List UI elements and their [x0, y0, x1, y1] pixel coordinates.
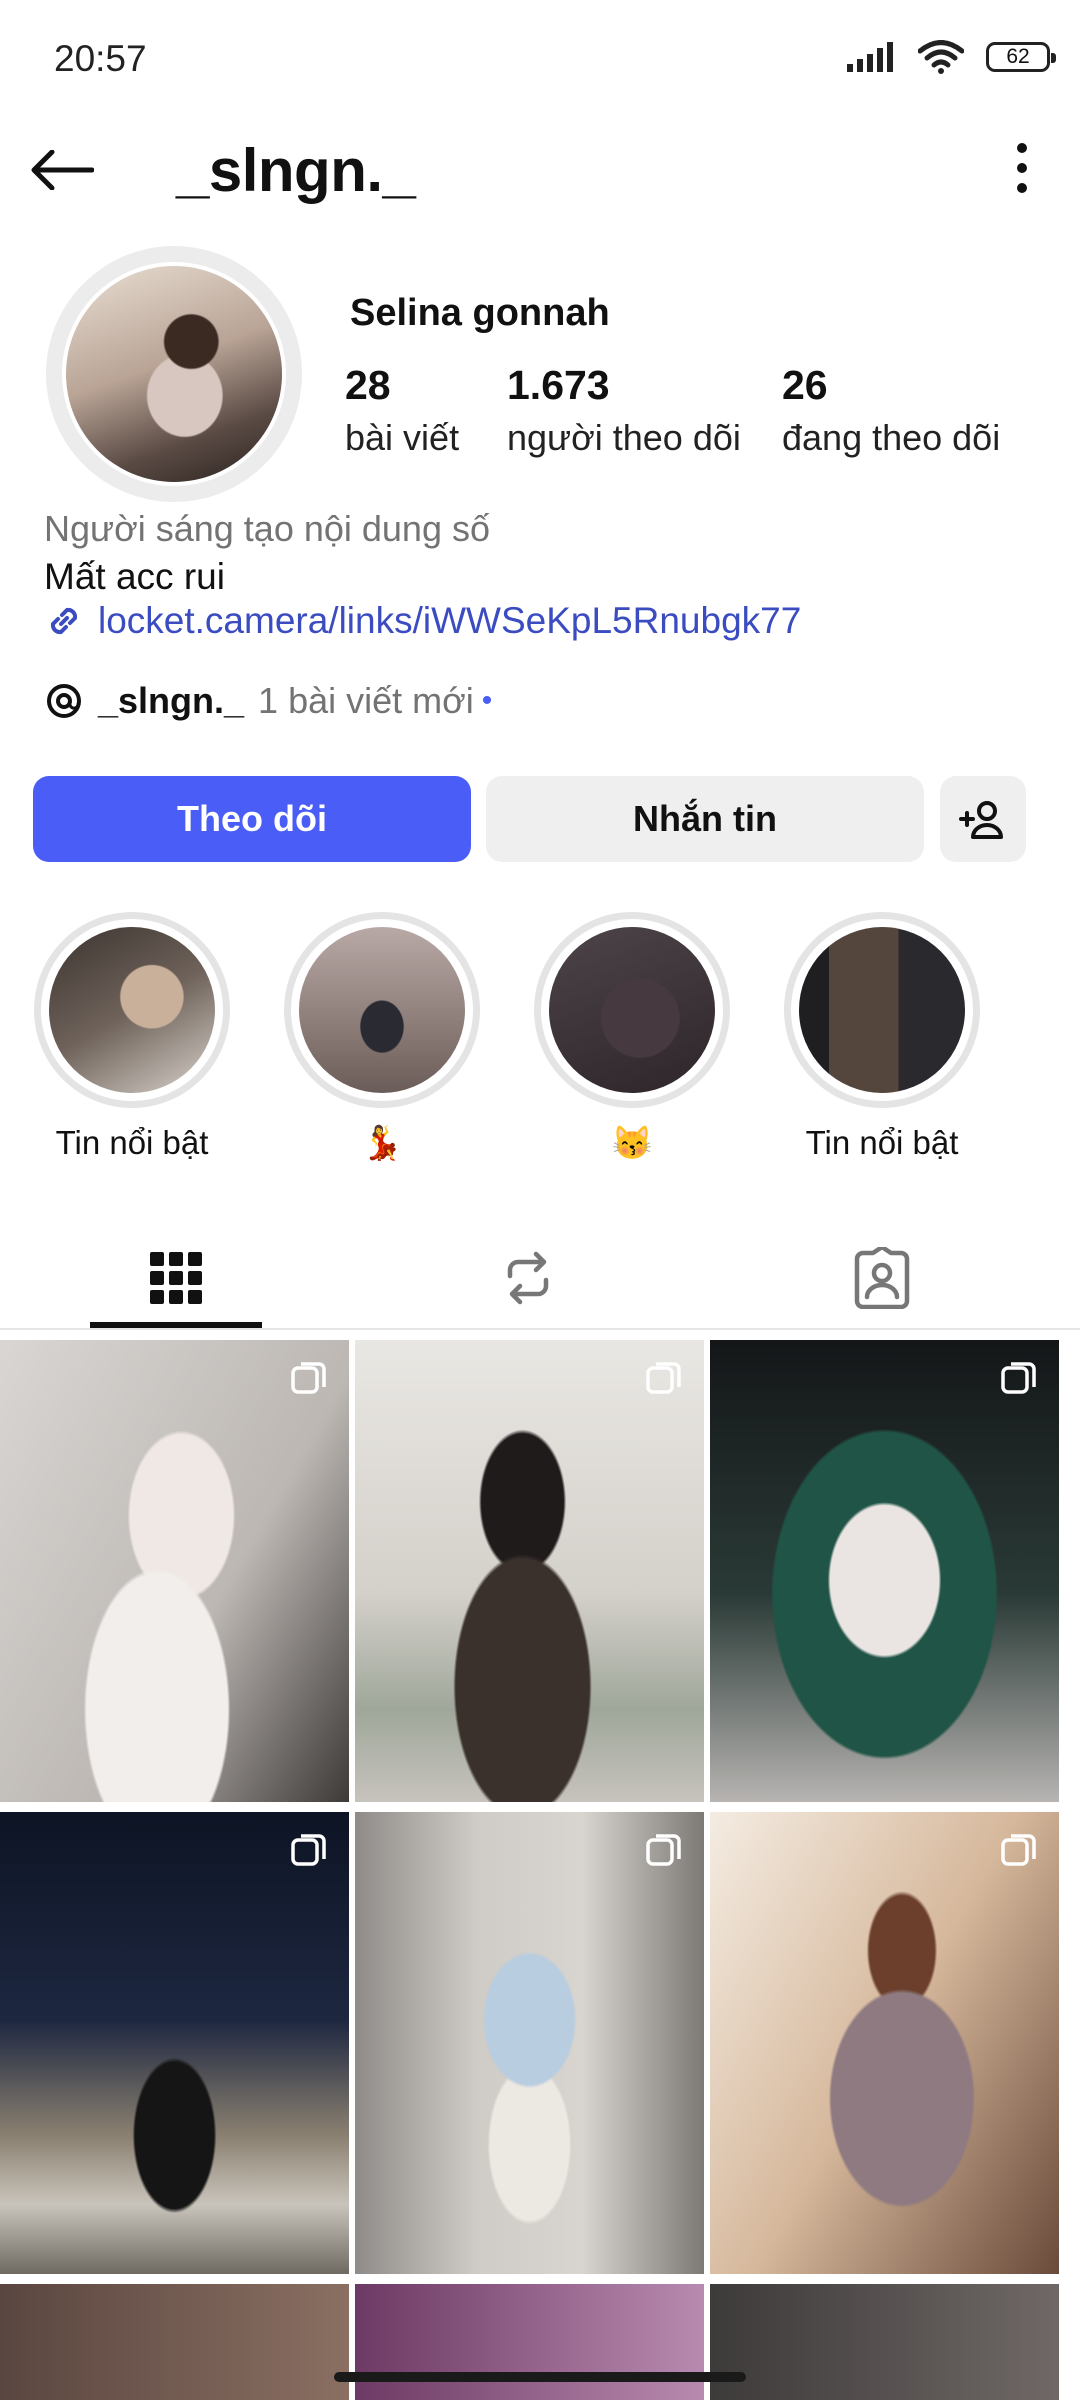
highlight-label: Tin nổi bật	[805, 1124, 959, 1161]
highlight-label: Tin nổi bật	[55, 1124, 209, 1161]
stat-following-label: đang theo dõi	[782, 417, 1001, 458]
post-thumbnail[interactable]	[0, 1812, 349, 2274]
display-name: Selina gonnah	[350, 292, 610, 334]
post-thumbnail[interactable]	[0, 2284, 349, 2400]
highlight-label: 💃	[361, 1124, 403, 1161]
add-person-icon	[959, 801, 1003, 839]
avatar	[66, 266, 282, 482]
profile-bio: Mất acc rui	[44, 556, 225, 597]
post-image	[710, 1340, 1059, 1802]
follow-button[interactable]: Theo dõi	[33, 776, 471, 862]
stat-following-count: 26	[782, 362, 828, 408]
carousel-icon	[1001, 1834, 1036, 1866]
more-vertical-icon	[1017, 143, 1027, 193]
highlight-thumbnail	[49, 927, 215, 1093]
stat-posts-label: bài viết	[345, 417, 460, 458]
profile-username: _slngn._	[176, 137, 416, 204]
status-time: 20:57	[54, 38, 147, 79]
tab-tagged[interactable]	[792, 1228, 972, 1328]
back-button[interactable]	[28, 140, 104, 200]
post-image	[0, 2284, 349, 2400]
tab-posts[interactable]	[86, 1228, 266, 1328]
battery-icon: 62	[986, 42, 1056, 72]
tagged-icon	[854, 1247, 910, 1309]
post-thumbnail[interactable]	[355, 1812, 704, 2274]
reels-repost-icon	[507, 1251, 549, 1305]
highlight-item[interactable]: Tin nổi bật	[782, 912, 982, 1162]
carousel-icon	[646, 1362, 681, 1394]
status-icons: 62	[846, 40, 1056, 74]
threads-new-posts: 1 bài viết mới	[258, 680, 474, 721]
stat-followers-count: 1.673	[507, 362, 610, 408]
profile-link[interactable]: locket.camera/links/iWWSeKpL5Rnubgk77	[44, 600, 801, 642]
highlight-thumbnail	[299, 927, 465, 1093]
highlight-label: 😽	[611, 1124, 653, 1161]
post-image	[355, 1340, 704, 1802]
avatar-ring[interactable]	[46, 246, 302, 502]
post-thumbnail[interactable]	[355, 1340, 704, 1802]
post-thumbnail[interactable]	[710, 1340, 1059, 1802]
highlight-item[interactable]: 😽	[532, 912, 732, 1163]
suggest-accounts-button[interactable]	[940, 776, 1026, 862]
stat-posts-count: 28	[345, 362, 391, 408]
threads-new-dot: •	[481, 684, 493, 717]
post-thumbnail[interactable]	[710, 1812, 1059, 2274]
threads-icon	[47, 684, 81, 718]
profile-link-text: locket.camera/links/iWWSeKpL5Rnubgk77	[98, 600, 802, 641]
carousel-icon	[1001, 1362, 1036, 1394]
highlight-item[interactable]: 💃	[282, 912, 482, 1163]
post-image	[0, 1812, 349, 2274]
post-image	[0, 1340, 349, 1802]
tab-reposts[interactable]	[438, 1228, 618, 1328]
highlight-item[interactable]: Tin nổi bật	[32, 912, 232, 1162]
tab-divider	[0, 1328, 1080, 1330]
carousel-icon	[291, 1362, 326, 1394]
profile-category: Người sáng tạo nội dung số	[44, 508, 490, 549]
highlight-thumbnail	[549, 927, 715, 1093]
carousel-icon	[646, 1834, 681, 1866]
stat-followers-label: người theo dõi	[507, 417, 741, 458]
highlight-thumbnail	[799, 927, 965, 1093]
post-image	[355, 1812, 704, 2274]
home-indicator[interactable]	[334, 2372, 746, 2382]
link-icon	[50, 607, 78, 635]
wifi-icon	[918, 40, 964, 74]
post-image	[710, 1812, 1059, 2274]
stat-posts[interactable]: 28 bài viết	[345, 362, 459, 459]
more-options-button[interactable]	[992, 134, 1052, 204]
threads-badge[interactable]: _slngn._ 1 bài viết mới •	[44, 680, 492, 722]
carousel-icon	[291, 1834, 326, 1866]
stat-following[interactable]: 26 đang theo dõi	[782, 362, 1000, 459]
post-thumbnail[interactable]	[355, 2284, 704, 2400]
posts-grid-icon	[150, 1252, 202, 1304]
arrow-left-icon	[31, 150, 94, 190]
battery-level: 62	[1006, 45, 1030, 68]
stat-followers[interactable]: 1.673 người theo dõi	[507, 362, 741, 459]
message-button[interactable]: Nhắn tin	[486, 776, 924, 862]
post-thumbnail[interactable]	[710, 2284, 1059, 2400]
threads-handle: _slngn._	[98, 680, 245, 721]
post-image	[355, 2284, 704, 2400]
signal-icon	[847, 42, 893, 72]
post-thumbnail[interactable]	[0, 1340, 349, 1802]
post-image	[710, 2284, 1059, 2400]
